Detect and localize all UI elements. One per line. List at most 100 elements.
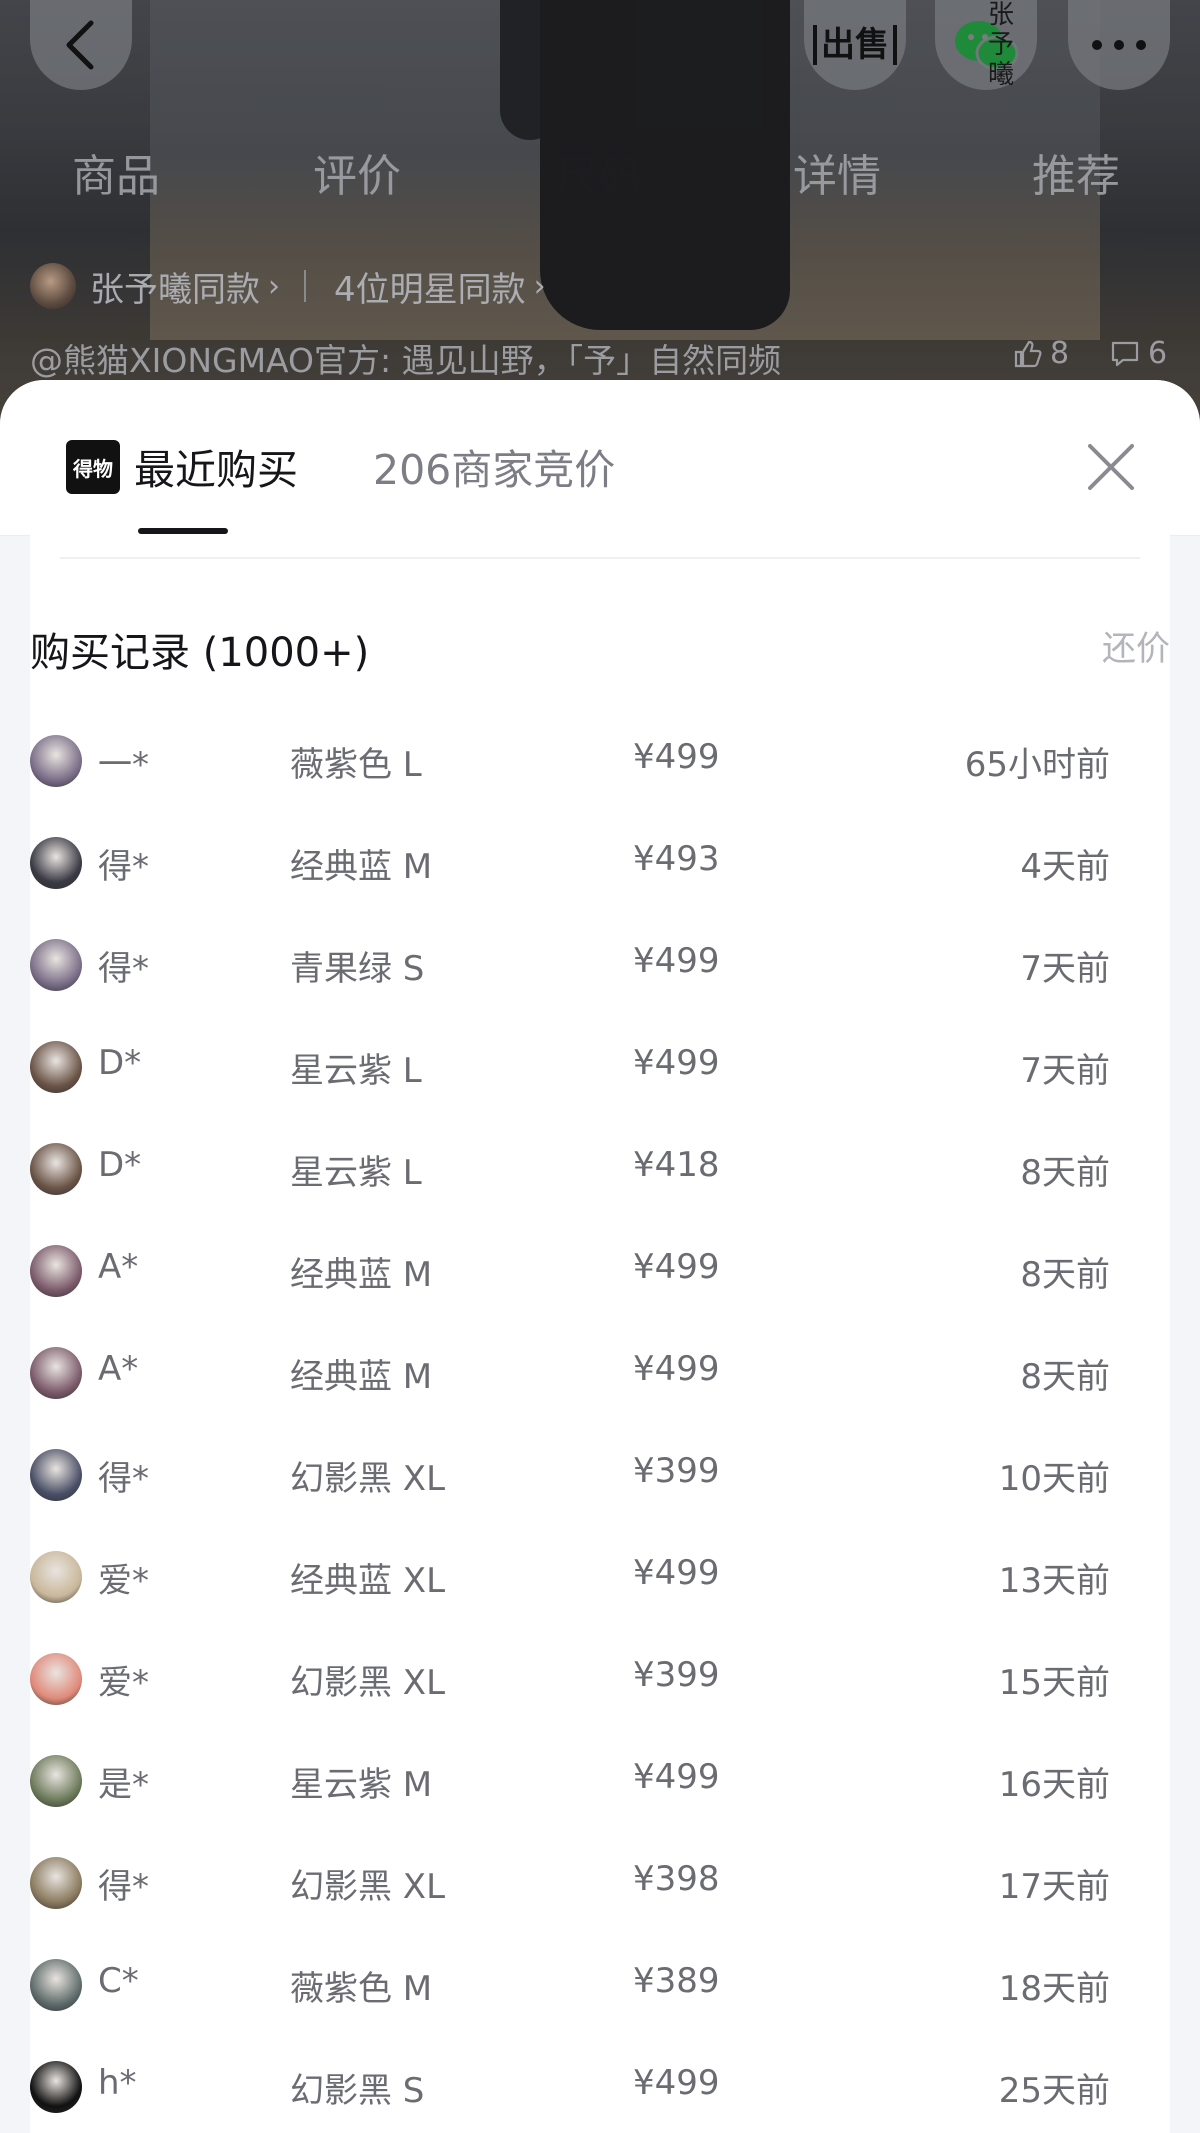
divider <box>304 270 306 302</box>
time-ago: 7天前 <box>1020 949 1110 989</box>
buyer-avatar <box>30 1347 82 1399</box>
record-row[interactable]: 是* 星云紫 M ¥499 16天前 <box>0 1730 1140 1832</box>
buyer-name: C* <box>98 1961 139 2001</box>
like-button[interactable]: 8 <box>1012 336 1069 371</box>
buyer-avatar <box>30 735 82 787</box>
price: ¥499 <box>633 1757 720 1797</box>
buyer-avatar <box>30 1449 82 1501</box>
divider <box>60 557 1140 559</box>
price: ¥389 <box>633 1961 720 2001</box>
record-row[interactable]: C* 薇紫色 M ¥389 18天前 <box>0 1934 1140 2036</box>
variant-label: 经典蓝 M <box>290 847 433 887</box>
like-count: 8 <box>1050 336 1070 371</box>
buyer-avatar <box>30 837 82 889</box>
record-row[interactable]: D* 星云紫 L ¥499 7天前 <box>0 1016 1140 1118</box>
variant-label: 幻影黑 XL <box>290 1663 446 1703</box>
tab-recommend[interactable]: 推荐 <box>1032 140 1120 204</box>
variant-label: 星云紫 M <box>290 1765 433 1805</box>
buyer-avatar <box>30 1041 82 1093</box>
variant-label: 星云紫 L <box>290 1051 422 1091</box>
celebrity-row: 张予曦同款 › 4位明星同款 › <box>30 262 560 310</box>
buyer-avatar <box>30 1755 82 1807</box>
time-ago: 17天前 <box>998 1867 1110 1907</box>
tab-size[interactable]: 尺码 <box>555 140 643 204</box>
buyer-name: 爱* <box>98 1561 149 1601</box>
buyer-name: 是* <box>98 1765 149 1805</box>
variant-label: 经典蓝 M <box>290 1255 433 1295</box>
time-ago: 25天前 <box>998 2071 1110 2111</box>
buyer-name: D* <box>98 1043 142 1083</box>
post-caption[interactable]: @熊猫XIONGMAO官方: 遇见山野，「予」自然同频 <box>30 334 781 382</box>
record-row[interactable]: 得* 经典蓝 M ¥493 4天前 <box>0 812 1140 914</box>
time-ago: 10天前 <box>998 1459 1110 1499</box>
celebrity-avatar <box>30 263 76 309</box>
thumbs-up-icon <box>1014 340 1042 367</box>
buyer-name: h* <box>98 2063 137 2103</box>
buyer-avatar <box>30 1857 82 1909</box>
price: ¥499 <box>633 737 720 777</box>
record-row[interactable]: h* 幻影黑 S ¥499 25天前 <box>0 2036 1140 2133</box>
price: ¥398 <box>633 1859 720 1899</box>
price: ¥493 <box>633 839 720 879</box>
records-title: 购买记录 (1000+) <box>30 630 370 676</box>
back-icon <box>66 20 94 70</box>
price: ¥399 <box>633 1655 720 1695</box>
record-row[interactable]: 一* 薇紫色 L ¥499 65小时前 <box>0 710 1140 812</box>
chevron-right-icon: › <box>533 268 546 304</box>
time-ago: 18天前 <box>998 1969 1110 2009</box>
wechat-contact-name: 张予曦 <box>987 0 1014 90</box>
counter-offer-button[interactable]: 还价 <box>1102 621 1170 670</box>
buyer-avatar <box>30 1959 82 2011</box>
price: ¥499 <box>633 1247 720 1287</box>
price: ¥399 <box>633 1451 720 1491</box>
sell-label: 出售 <box>813 25 897 65</box>
more-icon <box>1092 40 1146 50</box>
tab-goods[interactable]: 商品 <box>72 140 160 204</box>
buyer-name: A* <box>98 1349 139 1389</box>
variant-label: 薇紫色 L <box>290 745 422 785</box>
comment-button[interactable]: 6 <box>1110 336 1167 371</box>
record-row[interactable]: D* 星云紫 L ¥418 8天前 <box>0 1118 1140 1220</box>
record-row[interactable]: 得* 幻影黑 XL ¥398 17天前 <box>0 1832 1140 1934</box>
time-ago: 8天前 <box>1020 1153 1110 1193</box>
buyer-name: 得* <box>98 949 149 989</box>
record-row[interactable]: A* 经典蓝 M ¥499 8天前 <box>0 1322 1140 1424</box>
time-ago: 65小时前 <box>964 745 1110 785</box>
product-nav-tabs: 商品 评价 尺码 详情 推荐 <box>0 140 1200 210</box>
record-row[interactable]: 得* 幻影黑 XL ¥399 10天前 <box>0 1424 1140 1526</box>
buyer-avatar <box>30 2061 82 2113</box>
record-row[interactable]: 得* 青果绿 S ¥499 7天前 <box>0 914 1140 1016</box>
tab-recent-purchases[interactable]: 最近购买 <box>134 436 298 496</box>
record-row[interactable]: 爱* 经典蓝 XL ¥499 13天前 <box>0 1526 1140 1628</box>
tab-details[interactable]: 详情 <box>793 140 881 204</box>
price: ¥499 <box>633 1043 720 1083</box>
variant-label: 幻影黑 XL <box>290 1459 446 1499</box>
chevron-right-icon: › <box>268 268 280 304</box>
price: ¥499 <box>633 1349 720 1389</box>
tab-merchant-bids[interactable]: 206商家竞价 <box>373 436 615 496</box>
buyer-avatar <box>30 1245 82 1297</box>
variant-label: 幻影黑 S <box>290 2071 425 2111</box>
time-ago: 13天前 <box>998 1561 1110 1601</box>
price: ¥499 <box>633 2063 720 2103</box>
record-row[interactable]: A* 经典蓝 M ¥499 8天前 <box>0 1220 1140 1322</box>
close-icon[interactable] <box>1082 438 1140 496</box>
buyer-name: 得* <box>98 1867 149 1907</box>
celebrity-same-style-link[interactable]: 张予曦同款 <box>90 262 260 311</box>
buyer-name: A* <box>98 1247 139 1287</box>
tab-reviews[interactable]: 评价 <box>313 140 401 204</box>
celebrity-count-link[interactable]: 4位明星同款 <box>334 262 526 311</box>
price: ¥418 <box>633 1145 720 1185</box>
variant-label: 经典蓝 M <box>290 1357 433 1397</box>
record-row[interactable]: 爱* 幻影黑 XL ¥399 15天前 <box>0 1628 1140 1730</box>
comment-count: 6 <box>1148 336 1168 371</box>
buyer-name: D* <box>98 1145 142 1185</box>
buyer-name: 一* <box>98 745 149 785</box>
buyer-avatar <box>30 939 82 991</box>
buyer-name: 得* <box>98 1459 149 1499</box>
dewu-logo: 得物 <box>66 440 120 494</box>
buyer-name: 得* <box>98 847 149 887</box>
time-ago: 7天前 <box>1020 1051 1110 1091</box>
time-ago: 8天前 <box>1020 1357 1110 1397</box>
buyer-avatar <box>30 1551 82 1603</box>
